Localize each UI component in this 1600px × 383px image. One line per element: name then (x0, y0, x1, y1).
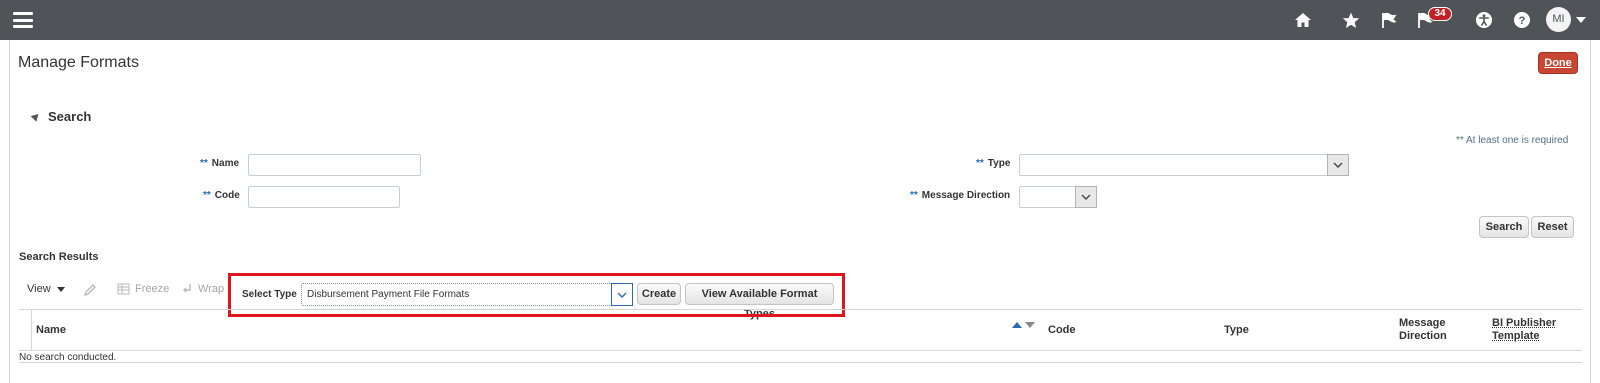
table-row-header-divider (31, 309, 32, 350)
view-menu[interactable]: View (27, 283, 65, 295)
home-icon[interactable] (1291, 8, 1315, 32)
freeze-label: Freeze (135, 283, 170, 295)
flag-icon[interactable] (1377, 8, 1401, 32)
type-select[interactable] (1019, 154, 1349, 176)
search-section-title: Search (48, 109, 92, 124)
wrap-button[interactable]: Wrap (182, 283, 224, 295)
required-marker: ** (910, 190, 918, 201)
collapse-triangle-icon[interactable] (30, 111, 42, 122)
svg-text:?: ? (1519, 15, 1526, 27)
freeze-icon (117, 283, 130, 295)
message-direction-label: ** Message Direction (910, 190, 1011, 201)
chevron-down-icon[interactable] (1327, 154, 1349, 176)
required-note: ** At least one is required (1456, 135, 1569, 146)
code-input[interactable] (248, 186, 400, 208)
sort-descending-icon[interactable] (1025, 322, 1035, 328)
done-button[interactable]: Done (1538, 52, 1578, 74)
favorites-star-icon[interactable] (1339, 8, 1363, 32)
sort-icons[interactable] (1012, 322, 1035, 328)
hamburger-menu-icon[interactable] (13, 12, 33, 28)
table-row-border (19, 362, 1582, 363)
table-top-border (19, 309, 1582, 310)
search-results-title: Search Results (19, 251, 99, 263)
view-menu-label: View (27, 283, 51, 295)
column-header-message-direction[interactable]: Message Direction (1399, 317, 1447, 343)
chevron-down-icon[interactable] (1075, 186, 1097, 208)
search-section-header[interactable]: Search (30, 109, 92, 124)
accessibility-icon[interactable] (1472, 8, 1496, 32)
column-header-name[interactable]: Name (36, 324, 66, 336)
required-marker: ** (200, 158, 208, 169)
highlight-box (228, 273, 845, 317)
wrap-label: Wrap (198, 283, 225, 295)
content-panel (9, 40, 1591, 383)
reset-button[interactable]: Reset (1531, 216, 1574, 238)
global-header: 34 ? MI (0, 0, 1600, 40)
column-header-code[interactable]: Code (1048, 324, 1076, 336)
required-marker: ** (203, 190, 211, 201)
wrap-icon (183, 284, 191, 293)
search-button[interactable]: Search (1479, 216, 1529, 238)
notification-count-badge[interactable]: 34 (1428, 7, 1452, 21)
user-menu-chevron-down-icon[interactable] (1576, 17, 1586, 23)
column-header-type[interactable]: Type (1224, 324, 1249, 336)
help-icon[interactable]: ? (1510, 8, 1534, 32)
freeze-button[interactable]: Freeze (117, 283, 169, 295)
required-marker: ** (976, 158, 984, 169)
message-direction-select[interactable] (1019, 186, 1097, 208)
page-title: Manage Formats (18, 54, 139, 71)
sort-ascending-icon[interactable] (1012, 322, 1022, 328)
name-input[interactable] (248, 154, 421, 176)
user-avatar[interactable]: MI (1546, 7, 1571, 32)
type-label: ** Type (976, 158, 1011, 169)
edit-pencil-icon[interactable] (83, 283, 97, 297)
name-label: ** Name (200, 158, 240, 169)
chevron-down-icon (56, 286, 65, 292)
code-label: ** Code (203, 190, 240, 201)
column-header-bi-publisher-template[interactable]: BI Publisher Template (1492, 317, 1556, 343)
table-header-bottom-border (19, 350, 1582, 351)
